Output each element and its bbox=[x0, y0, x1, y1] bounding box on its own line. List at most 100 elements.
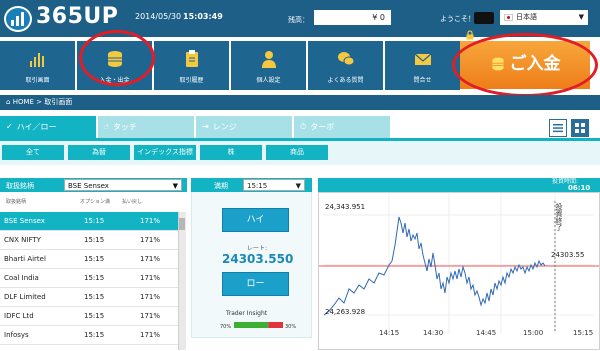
current-date: 2014/05/30 bbox=[135, 12, 182, 21]
tab-label: ハイ／ロー bbox=[16, 122, 57, 132]
asset-name: CNX NIFTY bbox=[4, 236, 41, 244]
insight-up-bar bbox=[234, 322, 269, 328]
x-axis-label: 14:45 bbox=[476, 329, 497, 337]
grid-view-button[interactable] bbox=[571, 119, 589, 137]
asset-name: DLF Limited bbox=[4, 293, 46, 301]
chevron-down-icon: ▼ bbox=[172, 182, 178, 190]
asset-expiry: 15:15 bbox=[84, 293, 105, 301]
chevron-down-icon: ▼ bbox=[295, 182, 301, 190]
language-label: 日本語 bbox=[516, 13, 537, 21]
insight-down-percent: 30% bbox=[285, 324, 297, 330]
clipboard-icon bbox=[185, 50, 198, 67]
balance-label: 残高： bbox=[288, 16, 309, 24]
y-axis-top-label: 24,343.951 bbox=[325, 203, 366, 211]
category-commodities[interactable]: 商品 bbox=[266, 145, 328, 160]
current-rate-label: 24303.55 bbox=[551, 251, 585, 259]
category-index[interactable]: インデックス指標 bbox=[134, 145, 196, 160]
annotation-circle bbox=[452, 33, 598, 97]
asset-row[interactable]: BSE Sensex 15:15 171% bbox=[0, 212, 178, 231]
envelope-icon bbox=[414, 53, 431, 65]
asset-select[interactable]: BSE Sensex ▼ bbox=[64, 179, 182, 191]
expiry-vertical-label: 投資終了 bbox=[555, 203, 563, 231]
scrollbar-thumb[interactable] bbox=[179, 218, 185, 230]
asset-select-value: BSE Sensex bbox=[68, 182, 109, 190]
asset-expiry: 15:15 bbox=[84, 255, 105, 263]
breadcrumb: ⌂ HOME > 取引画面 bbox=[0, 95, 600, 110]
asset-expiry: 15:15 bbox=[84, 236, 105, 244]
nav-trading-screen[interactable]: 取引画面 bbox=[0, 41, 75, 90]
nav-label: 個人設定 bbox=[256, 77, 281, 84]
rate-value: 24303.550 bbox=[222, 252, 294, 266]
tab-turbo[interactable]: ⏱ ターボ bbox=[294, 116, 390, 138]
expiry-select[interactable]: 15:15 ▼ bbox=[243, 179, 305, 191]
asset-row[interactable]: CNX NIFTY 15:15 171% bbox=[0, 231, 178, 250]
nav-trade-history[interactable]: 取引履歴 bbox=[154, 41, 229, 90]
asset-payout: 171% bbox=[140, 236, 161, 244]
lock-icon bbox=[466, 30, 474, 40]
tab-label: ターボ bbox=[310, 122, 335, 132]
asset-name: Bharti Airtel bbox=[4, 255, 46, 263]
tab-high-low[interactable]: ✓ ハイ／ロー bbox=[0, 116, 96, 138]
nav-contact[interactable]: 問合せ bbox=[385, 41, 460, 90]
nav-label: 問合せ bbox=[413, 77, 432, 84]
asset-name: Coal India bbox=[4, 274, 39, 282]
x-axis-label: 15:15 bbox=[573, 329, 594, 337]
language-select[interactable]: 日本語 ▼ bbox=[500, 10, 588, 25]
trader-insight-label: Trader Insight bbox=[226, 310, 268, 317]
trader-insight-bar bbox=[234, 322, 283, 328]
balance-value: ¥ 0 bbox=[314, 10, 391, 25]
low-button[interactable]: ロー bbox=[222, 272, 289, 296]
breadcrumb-home[interactable]: HOME bbox=[13, 98, 34, 106]
japan-flag-icon bbox=[504, 13, 513, 21]
expiry-label: 満期 bbox=[214, 182, 228, 190]
asset-row[interactable]: Bharti Airtel 15:15 171% bbox=[0, 250, 178, 269]
asset-name: IDFC Ltd bbox=[4, 312, 34, 320]
nav-personal-settings[interactable]: 個人設定 bbox=[231, 41, 306, 90]
asset-payout: 171% bbox=[140, 217, 161, 225]
asset-payout: 171% bbox=[140, 293, 161, 301]
asset-row[interactable]: IDFC Ltd 15:15 171% bbox=[0, 307, 178, 326]
checkmark-icon: ✓ bbox=[6, 122, 13, 131]
tab-label: タッチ bbox=[112, 122, 137, 132]
category-all[interactable]: 全て bbox=[2, 145, 64, 160]
grid-icon bbox=[575, 123, 585, 133]
range-icon: ⇥ bbox=[202, 122, 209, 131]
asset-row[interactable]: DLF Limited 15:15 171% bbox=[0, 288, 178, 307]
tab-touch[interactable]: ☝ タッチ bbox=[98, 116, 194, 138]
nav-faq[interactable]: よくある質問 bbox=[308, 41, 383, 90]
asset-payout: 171% bbox=[140, 331, 161, 339]
tab-label: レンジ bbox=[212, 122, 237, 132]
asset-expiry: 15:15 bbox=[84, 312, 105, 320]
asset-table-scrollbar[interactable] bbox=[178, 212, 186, 350]
person-icon bbox=[261, 51, 276, 68]
tab-range[interactable]: ⇥ レンジ bbox=[196, 116, 292, 138]
asset-name: Infosys bbox=[4, 331, 29, 339]
hand-icon: ☝ bbox=[104, 122, 109, 131]
logo-icon bbox=[4, 6, 32, 32]
breadcrumb-separator: > bbox=[36, 98, 43, 106]
asset-expiry: 15:15 bbox=[84, 217, 105, 225]
x-axis-label: 14:30 bbox=[423, 329, 444, 337]
list-view-button[interactable] bbox=[549, 119, 567, 137]
asset-row[interactable]: Coal India 15:15 171% bbox=[0, 269, 178, 288]
col-option-expiry: オプション満 bbox=[80, 199, 111, 205]
username-redacted bbox=[474, 12, 494, 24]
category-forex[interactable]: 為替 bbox=[68, 145, 130, 160]
asset-expiry: 15:15 bbox=[84, 331, 105, 339]
home-icon: ⌂ bbox=[6, 98, 11, 106]
asset-name: BSE Sensex bbox=[4, 217, 45, 225]
y-axis-bottom-label: 24,263.928 bbox=[325, 308, 366, 316]
asset-row[interactable]: Infosys 15:15 171% bbox=[0, 326, 178, 345]
logo-text: 365UP bbox=[36, 4, 119, 29]
high-button[interactable]: ハイ bbox=[222, 208, 289, 232]
category-stocks[interactable]: 株 bbox=[200, 145, 262, 160]
annotation-circle bbox=[79, 30, 155, 86]
stopwatch-icon: ⏱ bbox=[300, 122, 307, 131]
insight-up-percent: 70% bbox=[220, 324, 232, 330]
nav-label: よくある質問 bbox=[327, 77, 364, 84]
asset-expiry: 15:15 bbox=[84, 274, 105, 282]
col-asset: 取扱銘柄 bbox=[6, 199, 27, 205]
asset-payout: 171% bbox=[140, 274, 161, 282]
asset-payout: 171% bbox=[140, 255, 161, 263]
welcome-text: ようこそ！ bbox=[440, 15, 475, 23]
